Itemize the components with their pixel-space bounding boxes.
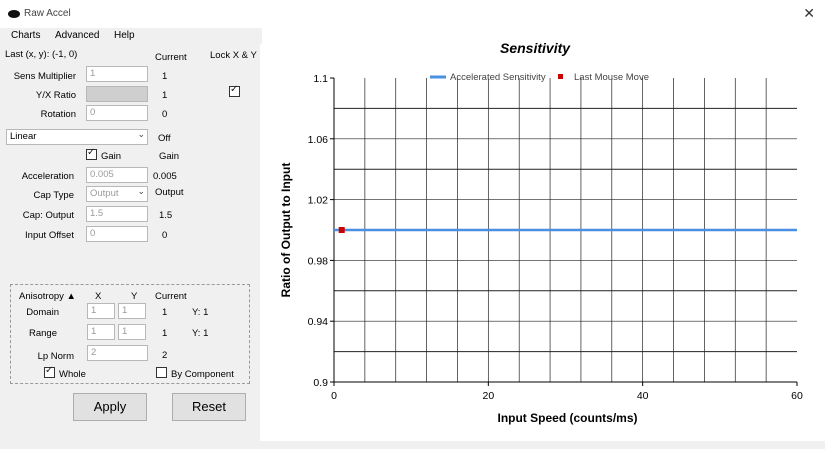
legend-label-accelerated-sensitivity: Accelerated Sensitivity	[450, 72, 546, 83]
y-tick-label: 1.02	[308, 195, 329, 207]
legend-label-last-mouse-move: Last Mouse Move	[574, 72, 649, 83]
x-tick-label: 20	[482, 390, 494, 402]
last-mouse-move-point	[338, 227, 345, 233]
legend-swatch-last-mouse-move	[558, 74, 563, 79]
y-tick-label: 1.06	[308, 134, 329, 146]
sensitivity-chart: 0.9 0.94 0.98 1.02 1.06 1.1 0 20 40 60 Input Speed…	[279, 72, 803, 425]
x-tick-label: 0	[331, 390, 337, 402]
x-axis-label: Input Speed (counts/ms)	[497, 411, 637, 425]
y-tick-label: 1.1	[313, 73, 328, 85]
x-tick-label: 40	[637, 390, 649, 402]
y-tick-label: 0.98	[308, 255, 329, 267]
x-tick-label: 60	[791, 390, 803, 402]
y-axis-label: Ratio of Output to Input	[279, 163, 293, 298]
y-tick-label: 0.94	[308, 316, 329, 328]
y-tick-label: 0.9	[313, 377, 328, 389]
